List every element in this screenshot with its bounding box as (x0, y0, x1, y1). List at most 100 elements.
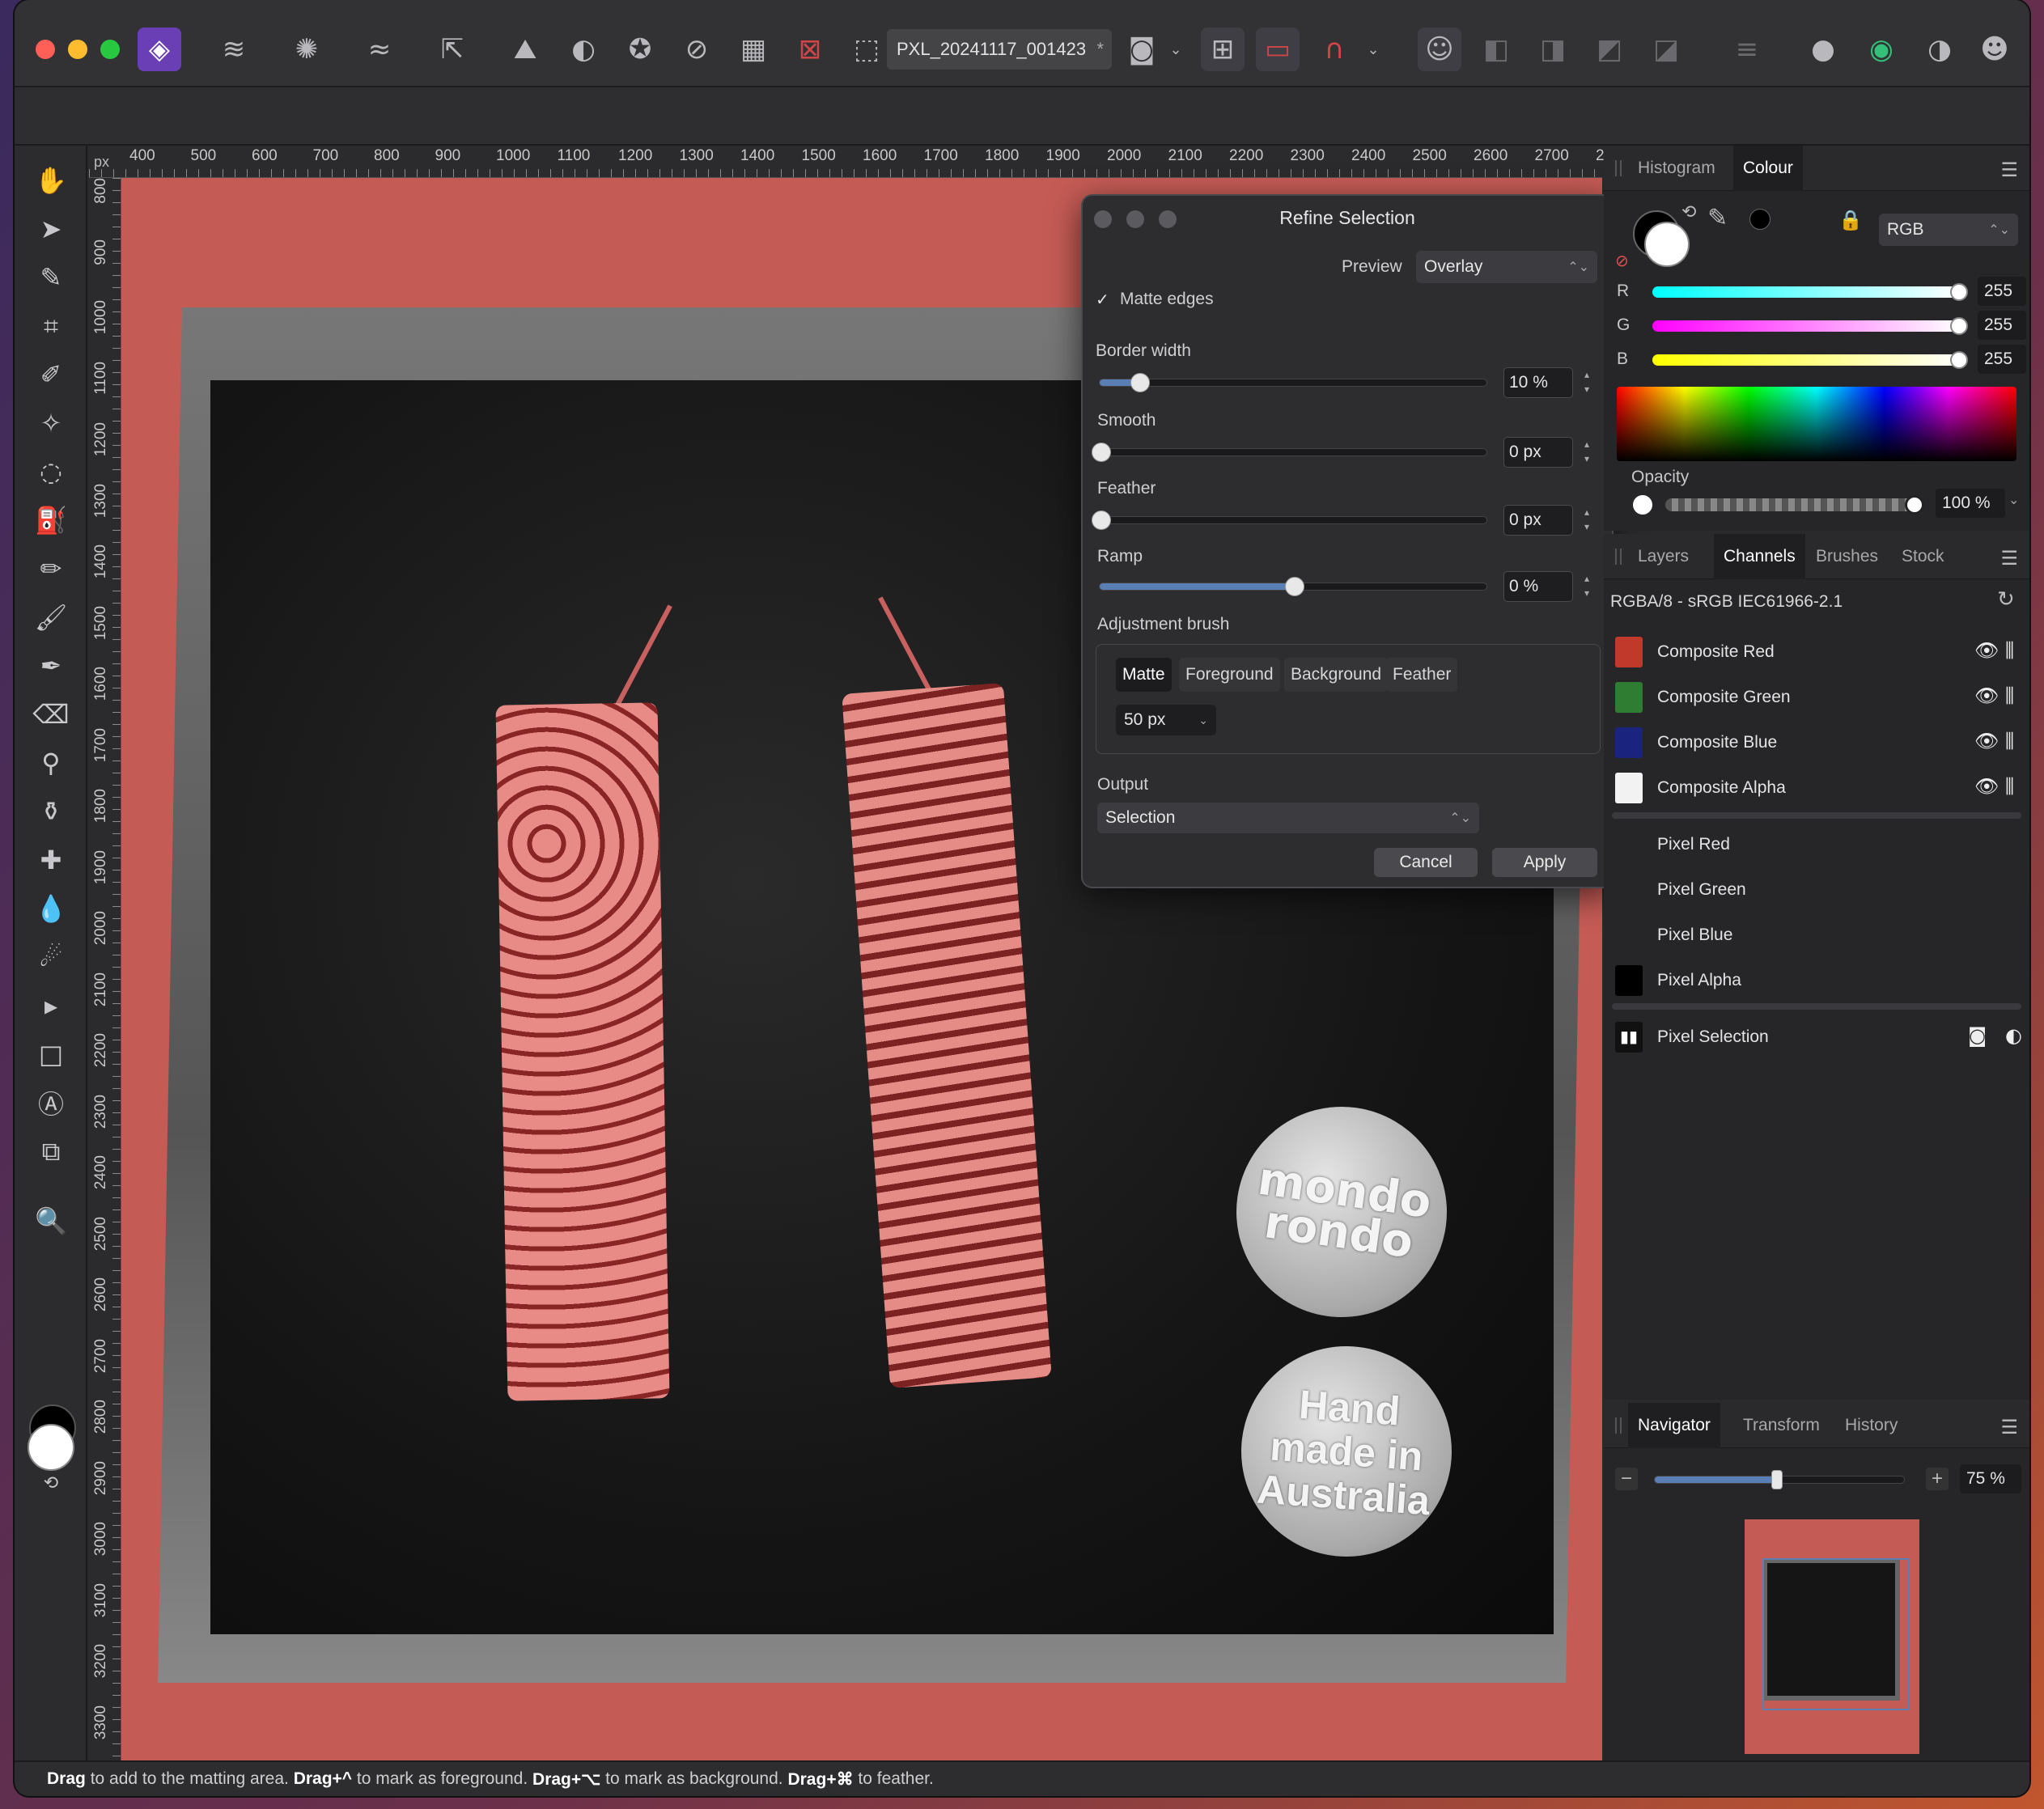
deselect-icon[interactable]: ⊠ (788, 28, 832, 71)
tab-colour[interactable]: Colour (1733, 146, 1803, 191)
chevron-down-icon[interactable]: ⌄ (2008, 492, 2019, 508)
no-colour-icon[interactable]: ⊘ (1615, 251, 1629, 270)
boolean-add-icon[interactable]: ● (1801, 28, 1845, 71)
matte-edges-checkbox[interactable]: ✓ (1096, 291, 1113, 309)
white-balance-icon[interactable]: ⊘ (675, 28, 719, 71)
arrange-front-icon[interactable]: ◪ (1644, 28, 1688, 71)
zoom-window-button[interactable] (100, 40, 120, 59)
red-slider-knob[interactable] (1950, 283, 1968, 301)
swap-colours-icon[interactable]: ⟲ (1681, 202, 1696, 222)
panel-grip-icon[interactable] (1615, 160, 1622, 176)
border-width-field[interactable]: 10 % (1503, 367, 1573, 398)
blur-tool-icon[interactable]: 💧 (32, 890, 70, 927)
tab-histogram[interactable]: Histogram (1628, 146, 1725, 191)
zoom-tool-icon[interactable]: 🔍 (32, 1202, 70, 1239)
channel-row[interactable]: Composite Blue 👁 ⫼ (1604, 720, 2029, 765)
eye-icon[interactable]: 👁 (1974, 639, 1999, 662)
navigator-preview[interactable] (1745, 1519, 1919, 1754)
picked-colour-swatch[interactable] (1749, 209, 1770, 230)
develop-persona-icon[interactable]: ✺ (285, 28, 329, 71)
brush-size-field[interactable]: 50 px ⌄ (1116, 705, 1216, 735)
apply-button[interactable]: Apply (1492, 848, 1597, 877)
zoom-slider[interactable] (1654, 1470, 1905, 1489)
account-icon[interactable]: ☻ (1973, 28, 2016, 71)
arrange-forward-icon[interactable]: ◩ (1588, 28, 1631, 71)
select-all-icon[interactable]: ▦ (732, 28, 775, 71)
green-value-field[interactable]: 255 (1978, 311, 2026, 340)
border-width-slider-knob[interactable] (1130, 373, 1150, 392)
eye-icon[interactable]: 👁 (1974, 730, 1999, 752)
erase-brush-icon[interactable]: ⌫ (32, 696, 70, 733)
eye-icon[interactable]: 👁 (1974, 775, 1999, 798)
smooth-slider[interactable] (1092, 443, 1487, 462)
auto-contrast-icon[interactable]: ◐ (562, 28, 605, 71)
liquify-persona-icon[interactable]: ≋ (212, 28, 256, 71)
opacity-slider-knob[interactable] (1905, 495, 1924, 515)
channel-row[interactable]: Pixel Blue (1604, 913, 2029, 958)
feather-stepper[interactable]: ▴ ▾ (1580, 505, 1594, 536)
brush-mode-feather[interactable]: Feather (1386, 658, 1458, 692)
channel-options-icon[interactable]: ⫼ (2005, 775, 2014, 798)
align-icon[interactable]: ≡ (1725, 28, 1769, 71)
dodge-tool-icon[interactable]: ⚲ (32, 744, 70, 782)
ramp-slider-knob[interactable] (1285, 577, 1304, 596)
ramp-field[interactable]: 0 % (1503, 571, 1573, 602)
zoom-slider-knob[interactable] (1771, 1470, 1783, 1489)
border-width-stepper[interactable]: ▴ ▾ (1580, 367, 1594, 398)
swap-colours-icon[interactable]: ⟲ (32, 1464, 70, 1502)
invert-selection-icon[interactable]: ⬚ (845, 28, 888, 71)
red-slider[interactable] (1652, 286, 1960, 298)
tab-stock[interactable]: Stock (1892, 534, 1954, 579)
blue-value-field[interactable]: 255 (1978, 345, 2026, 374)
tone-mapping-persona-icon[interactable]: ≈ (358, 28, 401, 71)
photo-persona-icon[interactable]: ◈ (138, 28, 181, 71)
magnet-dropdown-icon[interactable]: ⌄ (1361, 28, 1385, 71)
panel-menu-icon[interactable]: ☰ (2000, 547, 2018, 570)
channel-options-icon[interactable]: ⫼ (2005, 684, 2014, 707)
zoom-value-field[interactable]: 75 % (1960, 1464, 2021, 1493)
clone-stamp-icon[interactable]: ⚱ (32, 793, 70, 830)
red-value-field[interactable]: 255 (1978, 277, 2026, 306)
export-persona-icon[interactable]: ⇱ (430, 28, 474, 71)
tab-transform[interactable]: Transform (1733, 1403, 1830, 1448)
panel-menu-icon[interactable]: ☰ (2000, 159, 2018, 181)
blue-slider[interactable] (1652, 354, 1960, 366)
channel-row[interactable]: ▮▮ Pixel Selection ◙ ◐ (1604, 1015, 2029, 1060)
eye-icon[interactable]: 👁 (1974, 684, 1999, 707)
border-width-slider[interactable] (1099, 373, 1487, 392)
colour-picker-icon[interactable]: ✎ (32, 259, 70, 296)
levels-icon[interactable]: ⛰ (503, 28, 547, 71)
zoom-out-button[interactable]: − (1615, 1468, 1638, 1490)
flood-fill-icon[interactable]: ⛽ (32, 502, 70, 539)
document-tab[interactable]: PXL_20241117_001423 * (887, 29, 1112, 70)
fill-colour-swatch[interactable] (1644, 222, 1690, 267)
feather-slider[interactable] (1092, 511, 1487, 530)
colour-wheel-icon[interactable]: ✪ (618, 28, 662, 71)
selection-brush-icon[interactable]: ✐ (32, 356, 70, 393)
paint-mixer-icon[interactable]: ✏ (32, 550, 70, 587)
channel-row[interactable]: Composite Green 👁 ⫼ (1604, 675, 2029, 720)
smooth-slider-knob[interactable] (1092, 443, 1111, 462)
paint-brush-icon[interactable]: 🖌 (32, 599, 70, 636)
clone-brush-icon[interactable]: ✒ (32, 647, 70, 684)
arrange-back-icon[interactable]: ◧ (1474, 28, 1518, 71)
opacity-slider[interactable] (1665, 498, 1916, 511)
quick-mask-icon[interactable]: ◙ (1120, 28, 1164, 71)
eyedropper-icon[interactable]: ✎ (1707, 204, 1728, 232)
channel-row[interactable]: Composite Alpha 👁 ⫼ (1604, 765, 2029, 811)
assistant-icon[interactable]: ▭ (1256, 28, 1300, 71)
opacity-value-field[interactable]: 100 % (1936, 489, 2005, 518)
green-slider-knob[interactable] (1950, 317, 1968, 335)
boolean-intersect-icon[interactable]: ◑ (1918, 28, 1961, 71)
panel-grip-icon[interactable] (1615, 549, 1622, 565)
panel-grip-icon[interactable] (1615, 1417, 1622, 1434)
reset-icon[interactable]: ↻ (1997, 587, 2015, 612)
channel-options-icon[interactable]: ⫼ (2005, 730, 2014, 752)
snapping-icon[interactable]: ⊞ (1201, 28, 1245, 71)
channel-row[interactable]: Pixel Green (1604, 867, 2029, 913)
cancel-button[interactable]: Cancel (1374, 848, 1478, 877)
close-window-button[interactable] (36, 40, 55, 59)
tab-layers[interactable]: Layers (1628, 534, 1698, 579)
node-tool-icon[interactable]: ▸ (32, 987, 70, 1024)
preview-select[interactable]: Overlay ⌃⌄ (1416, 251, 1597, 283)
